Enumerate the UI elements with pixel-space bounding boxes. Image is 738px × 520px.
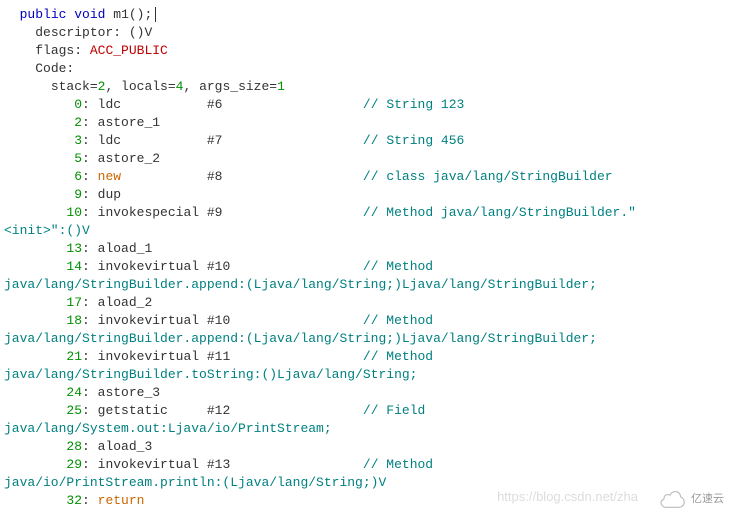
bytecode-listing: public void m1(); descriptor: ()V flags:… xyxy=(4,6,734,510)
text-cursor xyxy=(155,7,156,22)
code-label: Code: xyxy=(35,61,74,76)
flags-value: ACC_PUBLIC xyxy=(90,43,168,58)
argsize-value: 1 xyxy=(277,79,285,94)
method-name: m1(); xyxy=(113,7,152,22)
descriptor-label: descriptor: xyxy=(35,25,121,40)
stack-label: stack= xyxy=(51,79,98,94)
keyword-public: public xyxy=(20,7,67,22)
keyword-void: void xyxy=(74,7,105,22)
descriptor-value: ()V xyxy=(129,25,152,40)
flags-label: flags: xyxy=(35,43,82,58)
